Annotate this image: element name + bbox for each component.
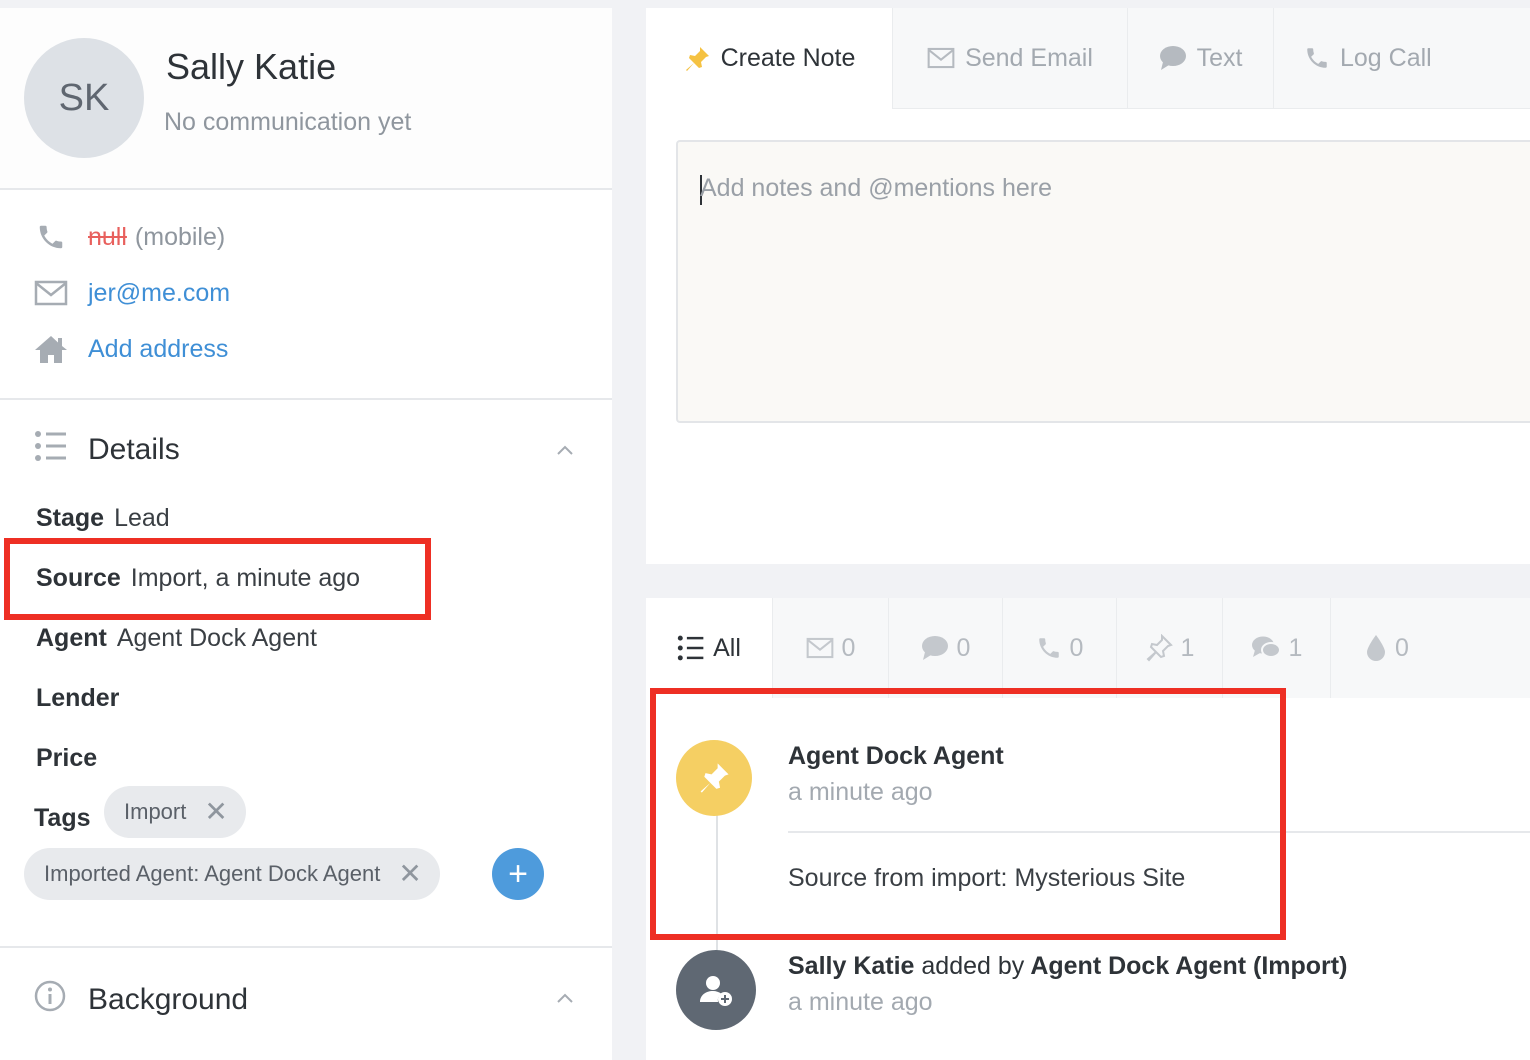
- background-header[interactable]: Background: [34, 980, 248, 1020]
- event-summary: Sally Katie added by Agent Dock Agent (I…: [788, 952, 1347, 981]
- phone-icon: [1036, 635, 1062, 661]
- filter-count: 0: [1069, 633, 1084, 662]
- agent-label: Agent: [36, 624, 107, 652]
- filter-count: 0: [956, 633, 971, 662]
- filter-label: All: [713, 633, 741, 662]
- stage-value[interactable]: Lead: [114, 504, 170, 532]
- communication-status: No communication yet: [164, 108, 412, 136]
- tag-remove-icon[interactable]: ✕: [398, 860, 421, 888]
- event-actor[interactable]: Agent Dock Agent (Import): [1030, 952, 1347, 980]
- pin-icon: [1145, 634, 1173, 662]
- drop-icon: [1365, 634, 1387, 662]
- lender-label: Lender: [36, 684, 120, 712]
- agent-value[interactable]: Agent Dock Agent: [117, 624, 317, 652]
- lender-row[interactable]: Lender: [36, 684, 129, 713]
- list-icon: [34, 430, 68, 470]
- add-address-link[interactable]: Add address: [88, 335, 228, 364]
- tab-label: Text: [1196, 43, 1243, 72]
- chevron-up-icon[interactable]: [556, 990, 574, 1008]
- profile-header: SK Sally Katie No communication yet: [0, 8, 612, 190]
- info-icon: [34, 980, 68, 1020]
- filter-all[interactable]: All: [646, 598, 772, 698]
- envelope-icon: [806, 637, 834, 659]
- filter-count: 0: [841, 633, 856, 662]
- contact-name[interactable]: Sally Katie: [166, 46, 336, 88]
- note-placeholder: Add notes and @mentions here: [700, 174, 1052, 202]
- filter-count: 0: [1395, 633, 1409, 662]
- phone-row[interactable]: null (mobile): [34, 222, 225, 252]
- envelope-icon: [927, 47, 955, 69]
- filter-drips[interactable]: 0: [1330, 598, 1530, 698]
- feed-filter-tabs: All 0 0 0 1 1 0: [646, 598, 1530, 698]
- filter-chats[interactable]: 1: [1222, 598, 1330, 698]
- email-row[interactable]: jer@me.com: [34, 278, 230, 308]
- event-action: added by: [921, 952, 1025, 980]
- list-icon: [677, 634, 705, 662]
- contact-sidebar: SK Sally Katie No communication yet null…: [0, 8, 612, 1060]
- agent-row: Agent Agent Dock Agent: [36, 624, 317, 653]
- price-row[interactable]: Price: [36, 744, 107, 773]
- filter-calls[interactable]: 0: [1002, 598, 1116, 698]
- filter-email[interactable]: 0: [772, 598, 888, 698]
- email-link[interactable]: jer@me.com: [88, 279, 230, 308]
- filter-count: 1: [1180, 633, 1195, 662]
- background-title: Background: [88, 983, 249, 1016]
- chats-icon: [1251, 635, 1281, 661]
- note-textarea[interactable]: Add notes and @mentions here: [676, 140, 1530, 423]
- phone-number[interactable]: null: [88, 223, 127, 252]
- tab-log-call[interactable]: Log Call: [1273, 8, 1530, 109]
- tab-send-email[interactable]: Send Email: [892, 8, 1127, 109]
- chat-bubble-icon: [1159, 45, 1187, 71]
- filter-count: 1: [1288, 633, 1303, 662]
- add-person-icon: [700, 976, 732, 1006]
- tag-chip: Imported Agent: Agent Dock Agent ✕: [24, 848, 440, 900]
- filter-text[interactable]: 0: [888, 598, 1002, 698]
- phone-type: (mobile): [134, 222, 226, 251]
- phone-icon: [34, 222, 68, 252]
- address-row[interactable]: Add address: [34, 334, 228, 364]
- home-icon: [34, 334, 68, 364]
- stage-label: Stage: [36, 504, 105, 532]
- tab-create-note[interactable]: Create Note: [646, 8, 892, 109]
- highlight-box: [650, 688, 1286, 940]
- highlight-box: [4, 538, 431, 620]
- filter-notes[interactable]: 1: [1116, 598, 1222, 698]
- event-person[interactable]: Sally Katie: [788, 952, 914, 980]
- stage-row: Stage Lead: [36, 504, 170, 533]
- avatar: SK: [24, 38, 144, 158]
- tab-label: Log Call: [1340, 43, 1432, 72]
- pin-icon: [683, 45, 711, 73]
- tab-label: Create Note: [720, 44, 856, 72]
- contact-info: null (mobile) jer@me.com Add address: [0, 190, 612, 400]
- tag-remove-icon[interactable]: ✕: [204, 798, 227, 826]
- chat-bubble-icon: [921, 635, 949, 661]
- tags-label: Tags: [34, 804, 91, 832]
- person-event-icon: [676, 950, 756, 1030]
- details-header[interactable]: Details: [34, 430, 180, 470]
- tab-label: Send Email: [965, 43, 1093, 72]
- tag-label: Imported Agent: Agent Dock Agent: [44, 861, 381, 886]
- composer-tabs: Create Note Send Email Text Log Call: [646, 8, 1530, 109]
- chevron-up-icon[interactable]: [556, 442, 574, 460]
- details-title: Details: [88, 433, 180, 466]
- composer-panel: Create Note Send Email Text Log Call Add…: [646, 8, 1530, 564]
- price-label: Price: [36, 744, 98, 772]
- event-time: a minute ago: [788, 988, 933, 1016]
- envelope-icon: [34, 278, 68, 308]
- phone-icon: [1304, 45, 1330, 71]
- tags-row: Tags: [34, 804, 101, 833]
- add-tag-button[interactable]: +: [492, 848, 544, 900]
- details-section: Details Stage Lead Source Import, a minute…: [0, 400, 612, 948]
- tab-text[interactable]: Text: [1127, 8, 1273, 109]
- tag-label: Import: [124, 799, 187, 824]
- tag-chip: Import ✕: [104, 786, 246, 838]
